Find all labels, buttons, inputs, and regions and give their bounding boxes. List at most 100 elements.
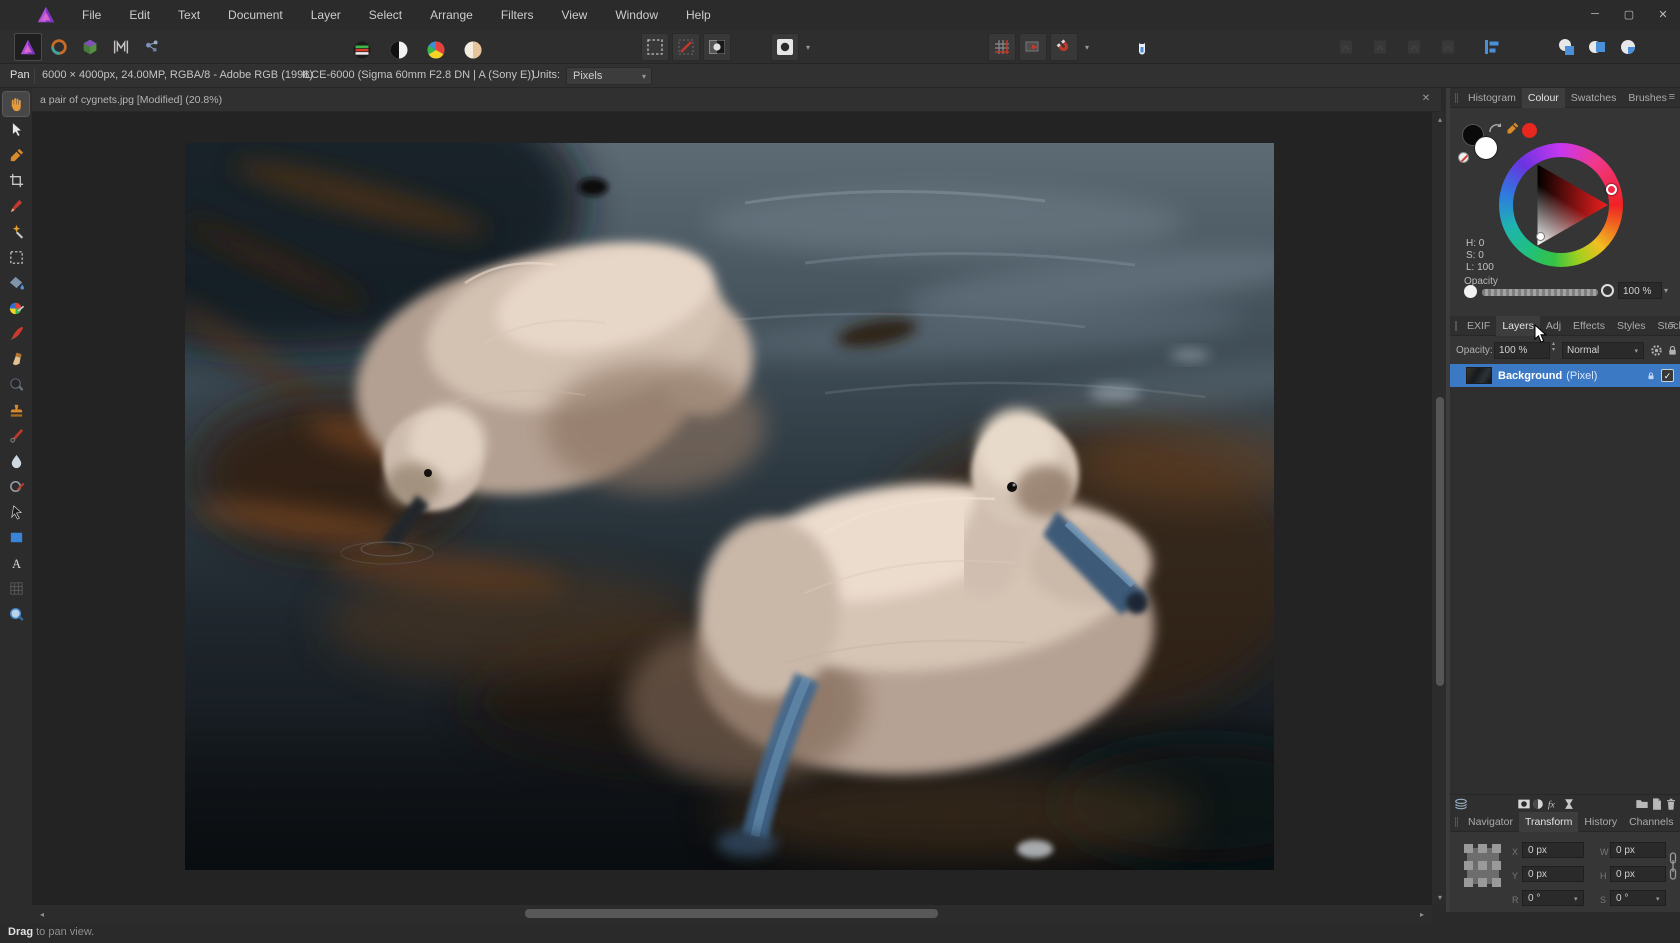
menu-arrange[interactable]: Arrange	[416, 0, 487, 30]
paint-brush-tool[interactable]	[3, 322, 29, 346]
w-input[interactable]: 0 px	[1610, 842, 1666, 858]
x-input[interactable]: 0 px	[1522, 842, 1584, 858]
panel-menu-icon[interactable]: ≡	[1669, 91, 1675, 103]
view-tool[interactable]	[2, 91, 30, 117]
no-colour-swatch[interactable]	[1458, 152, 1469, 163]
menu-document[interactable]: Document	[214, 0, 297, 30]
rotation-caret-icon[interactable]: ▾	[1574, 895, 1578, 903]
disabled-action-1-button[interactable]	[1332, 33, 1360, 61]
layer-thumbnail[interactable]	[1466, 367, 1492, 384]
crop-tool[interactable]	[3, 169, 29, 193]
close-tab-icon[interactable]: ✕	[1419, 93, 1433, 104]
menu-filters[interactable]: Filters	[487, 0, 548, 30]
panel-grip[interactable]	[1455, 320, 1457, 331]
live-filter-icon[interactable]	[1562, 797, 1576, 811]
scroll-right-icon[interactable]: ▸	[1414, 910, 1430, 919]
anchor-point-selector[interactable]	[1462, 842, 1504, 890]
colour-replacement-tool[interactable]	[3, 296, 29, 320]
hue-ring-marker[interactable]	[1606, 184, 1617, 195]
tab-colour[interactable]: Colour	[1521, 87, 1565, 108]
tab-brushes[interactable]: Brushes	[1622, 88, 1673, 108]
healing-brush-tool[interactable]	[3, 194, 29, 218]
auto-white-balance-button[interactable]	[459, 36, 487, 64]
rectangle-tool[interactable]	[3, 526, 29, 550]
marquee-select-tool[interactable]	[3, 245, 29, 269]
opacity-spinner[interactable]: ▴ ▾	[1552, 341, 1555, 353]
tab-histogram[interactable]: Histogram	[1462, 88, 1522, 108]
minimize-button[interactable]: ─	[1578, 0, 1612, 28]
menu-file[interactable]: File	[68, 0, 115, 30]
assistant-button[interactable]	[771, 33, 799, 61]
beaker-icon[interactable]	[1128, 33, 1156, 61]
node-tool[interactable]	[3, 500, 29, 524]
menu-help[interactable]: Help	[672, 0, 725, 30]
panel-menu-icon[interactable]: ≡	[1669, 319, 1675, 331]
units-select[interactable]: Pixels ▾	[566, 67, 652, 85]
colour-picker-tool[interactable]	[3, 143, 29, 167]
panel-grip[interactable]	[1455, 92, 1458, 103]
show-grid-button[interactable]	[988, 33, 1016, 61]
maximize-button[interactable]: ▢	[1612, 0, 1646, 28]
menu-window[interactable]: Window	[601, 0, 672, 30]
menu-text[interactable]: Text	[164, 0, 214, 30]
scroll-left-icon[interactable]: ◂	[34, 910, 50, 919]
menu-view[interactable]: View	[548, 0, 602, 30]
y-input[interactable]: 0 px	[1522, 866, 1584, 882]
toggle-quick-mask-button[interactable]	[703, 33, 731, 61]
toggle-marquee-button[interactable]	[641, 33, 669, 61]
move-tool[interactable]	[3, 118, 29, 142]
insert-behind-button[interactable]	[1552, 33, 1580, 61]
opacity-slider-track[interactable]	[1482, 289, 1598, 296]
clone-stamp-tool[interactable]	[3, 398, 29, 422]
assistant-caret-icon[interactable]: ▾	[802, 33, 814, 61]
blend-mode-select[interactable]: Normal ▾	[1562, 342, 1644, 359]
tab-swatches[interactable]: Swatches	[1565, 88, 1623, 108]
mesh-warp-tool[interactable]	[3, 577, 29, 601]
disabled-action-2-button[interactable]	[1366, 33, 1394, 61]
colour-triangle[interactable]	[1499, 143, 1623, 267]
tab-exif[interactable]: EXIF	[1461, 316, 1496, 336]
lock-icon[interactable]	[1666, 343, 1679, 358]
layer-visibility-checkbox[interactable]: ✓	[1661, 369, 1674, 382]
alignment-button[interactable]	[1478, 33, 1506, 61]
tab-stock[interactable]: Stock	[1652, 316, 1680, 336]
toggle-rotation-button[interactable]	[672, 33, 700, 61]
h-input[interactable]: 0 px	[1610, 866, 1666, 882]
tab-navigator[interactable]: Navigator	[1462, 812, 1519, 832]
group-folder-icon[interactable]	[1635, 797, 1649, 811]
auto-levels-button[interactable]	[348, 36, 376, 64]
tab-styles[interactable]: Styles	[1611, 316, 1652, 336]
tab-transform[interactable]: Transform	[1518, 811, 1579, 832]
vertical-scroll-thumb[interactable]	[1436, 397, 1444, 686]
tab-effects[interactable]: Effects	[1567, 316, 1611, 336]
recent-colour-dot[interactable]	[1522, 123, 1537, 138]
tone-mapping-persona-button[interactable]	[107, 33, 135, 61]
horizontal-scrollbar[interactable]: ◂ ▸	[32, 905, 1432, 923]
text-tool[interactable]: A	[3, 551, 29, 575]
liquify-persona-button[interactable]	[45, 33, 73, 61]
swap-colours-icon[interactable]	[1488, 122, 1504, 136]
triangle-marker[interactable]	[1536, 232, 1545, 241]
snapping-button[interactable]	[1050, 33, 1078, 61]
insert-on-top-button[interactable]	[1583, 33, 1611, 61]
spinner-down-icon[interactable]: ▾	[1552, 347, 1555, 353]
disabled-action-4-button[interactable]	[1434, 33, 1462, 61]
blend-options-gear-icon[interactable]	[1649, 343, 1664, 358]
snapping-caret-icon[interactable]: ▾	[1081, 33, 1093, 61]
document-tab[interactable]: a pair of cygnets.jpg [Modified] (20.8%)	[40, 94, 222, 106]
close-button[interactable]: ✕	[1646, 0, 1680, 28]
opacity-slider-handle[interactable]	[1601, 284, 1614, 297]
dodge-tool[interactable]	[3, 373, 29, 397]
opacity-caret-icon[interactable]: ▾	[1664, 286, 1668, 295]
adjustment-layer-icon[interactable]	[1531, 797, 1545, 811]
show-guides-button[interactable]	[1019, 33, 1047, 61]
layer-stack-icon[interactable]	[1454, 797, 1468, 811]
insert-inside-button[interactable]	[1614, 33, 1642, 61]
export-persona-button[interactable]	[138, 33, 166, 61]
layer-opacity-input[interactable]: 100 %	[1494, 342, 1550, 359]
blur-tool[interactable]	[3, 449, 29, 473]
menu-layer[interactable]: Layer	[297, 0, 355, 30]
tab-channels[interactable]: Channels	[1623, 812, 1679, 832]
develop-persona-button[interactable]	[76, 33, 104, 61]
photo-persona-button[interactable]	[14, 33, 42, 61]
